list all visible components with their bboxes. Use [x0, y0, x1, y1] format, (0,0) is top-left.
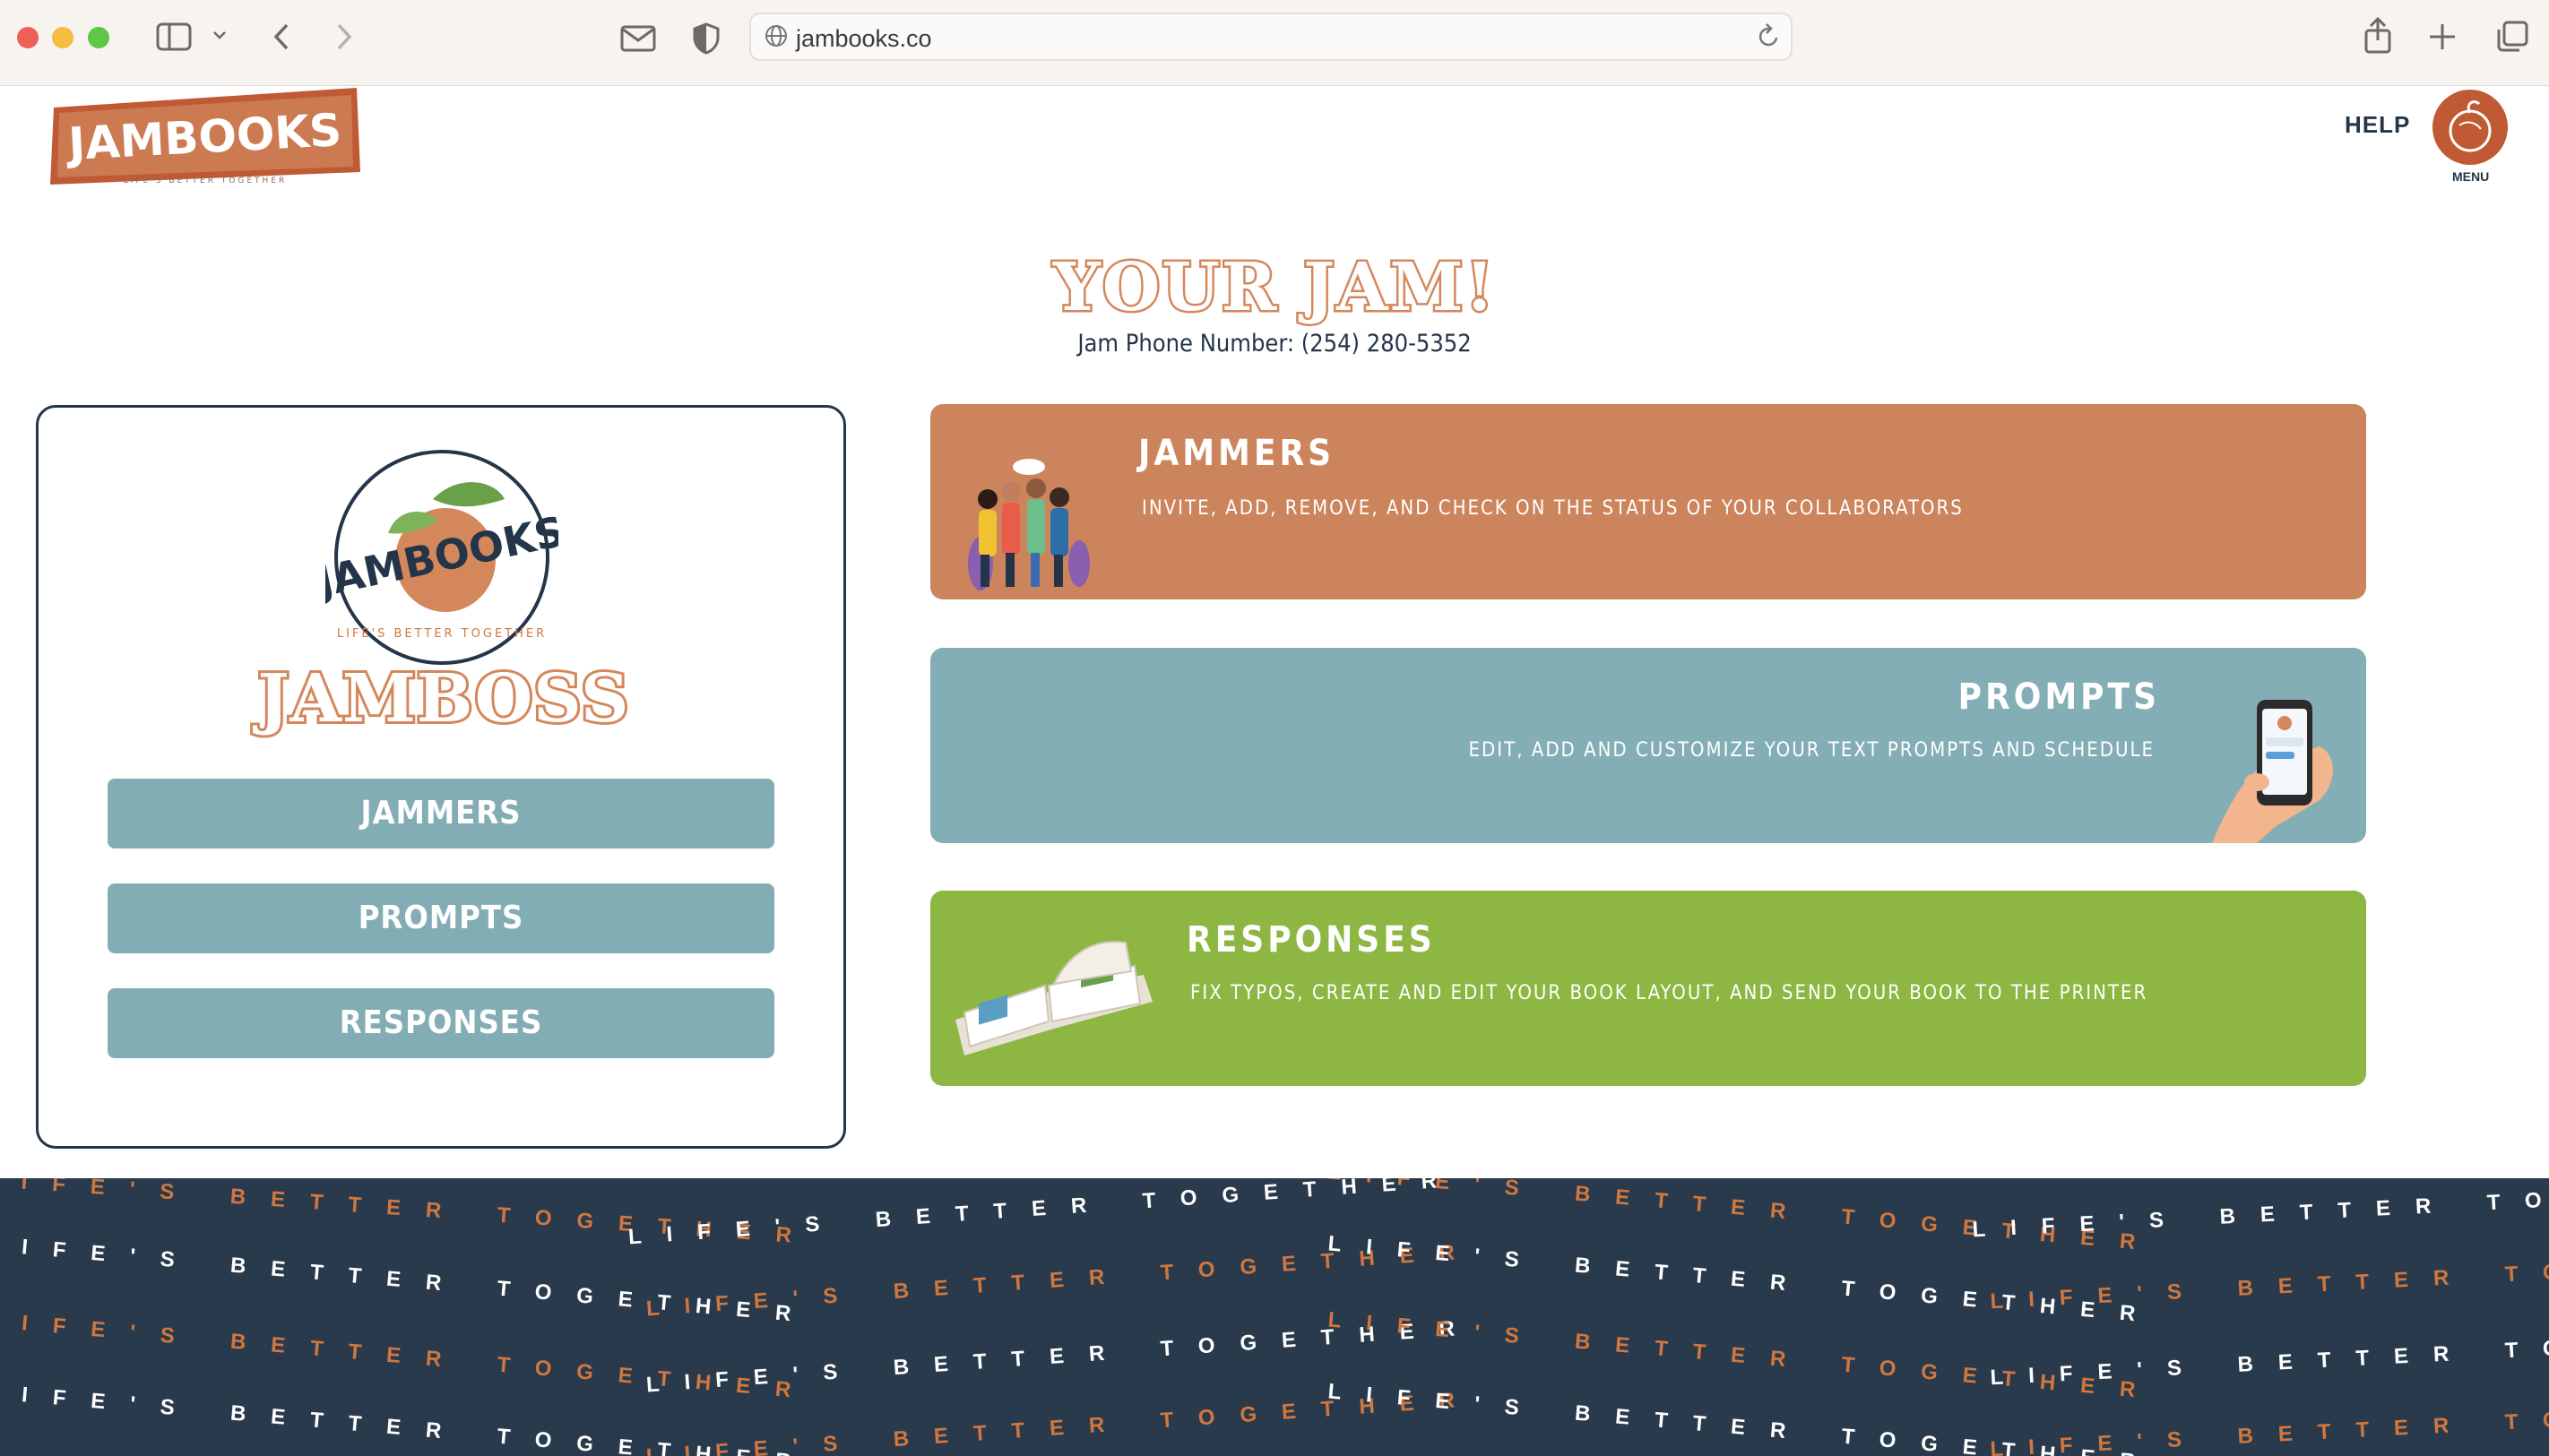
jammers-description: INVITE, ADD, REMOVE, AND CHECK ON THE ST…	[1142, 497, 1964, 520]
phone-in-hand-icon	[2212, 700, 2333, 843]
sidebar-button-prompts[interactable]: PROMPTS	[108, 883, 774, 953]
jammers-title: JAMMERS	[1138, 433, 1335, 474]
responses-title: RESPONSES	[1187, 919, 1436, 961]
help-link[interactable]: HELP	[2345, 111, 2410, 139]
jambooks-badge-logo: JAMBOOKS LIFE'S BETTER TOGETHER	[325, 450, 558, 665]
responses-panel[interactable]: RESPONSES FIX TYPOS, CREATE AND EDIT YOU…	[930, 891, 2366, 1086]
sidebar-button-jammers[interactable]: JAMMERS	[108, 779, 774, 849]
menu-label: MENU	[2452, 169, 2490, 184]
url-text: jambooks.co	[796, 25, 932, 52]
jammers-panel[interactable]: JAMMERS INVITE, ADD, REMOVE, AND CHECK O…	[930, 404, 2366, 599]
shield-icon[interactable]	[692, 22, 721, 56]
menu-button[interactable]	[2432, 90, 2508, 165]
prompts-title: PROMPTS	[1957, 676, 2160, 718]
new-tab-icon[interactable]	[2427, 22, 2458, 52]
globe-icon	[765, 25, 787, 47]
logo-tagline: LIFE'S BETTER TOGETHER	[124, 177, 288, 185]
footer-pattern: LIFE'S BETTER TOGETHER LIFE'S BETTER TOG…	[0, 1178, 2549, 1456]
jambooks-logo[interactable]: JAMBOOKS LIFE'S BETTER TOGETHER	[50, 88, 360, 188]
back-icon[interactable]	[271, 22, 292, 52]
peach-icon	[2449, 100, 2492, 152]
pattern-row: LIFE'S BETTER TOGETHER	[1989, 1245, 2549, 1314]
address-bar[interactable]: jambooks.co	[749, 13, 1793, 61]
minimize-window-button[interactable]	[52, 27, 73, 48]
forward-icon[interactable]	[333, 22, 355, 52]
sidebar-button-responses[interactable]: RESPONSES	[108, 988, 774, 1058]
page-title: YOUR JAM!	[1051, 247, 1497, 329]
pattern-row: LIFE'S BETTER TOGETHER	[1989, 1322, 2549, 1391]
pattern-row: LIFE'S BETTER TOGETHER	[1971, 1178, 2549, 1243]
jamboss-card: JAMBOOKS LIFE'S BETTER TOGETHER JAMBOSS …	[36, 405, 846, 1149]
badge-tagline: LIFE'S BETTER TOGETHER	[337, 627, 547, 641]
jam-phone-number: Jam Phone Number: (254) 280-5352	[1077, 330, 1472, 358]
group-of-people-icon	[968, 459, 1090, 590]
pattern-row: LIFE'S BETTER TOGETHER	[1989, 1393, 2549, 1456]
prompts-panel[interactable]: PROMPTS EDIT, ADD AND CUSTOMIZE YOUR TEX…	[930, 648, 2366, 843]
role-title: JAMBOSS	[255, 658, 632, 740]
responses-description: FIX TYPOS, CREATE AND EDIT YOUR BOOK LAY…	[1190, 982, 2148, 1004]
mail-icon[interactable]	[620, 25, 656, 52]
close-window-button[interactable]	[17, 27, 39, 48]
open-book-icon	[955, 941, 1153, 1055]
reload-icon[interactable]	[1757, 22, 1782, 50]
tabs-overview-icon[interactable]	[2495, 20, 2529, 54]
share-icon[interactable]	[2363, 16, 2393, 56]
prompts-description: EDIT, ADD AND CUSTOMIZE YOUR TEXT PROMPT…	[1468, 739, 2155, 762]
chevron-down-icon[interactable]	[212, 29, 228, 41]
sidebar-icon[interactable]	[156, 22, 192, 52]
browser-toolbar: jambooks.co	[0, 0, 2549, 86]
zoom-window-button[interactable]	[88, 27, 109, 48]
